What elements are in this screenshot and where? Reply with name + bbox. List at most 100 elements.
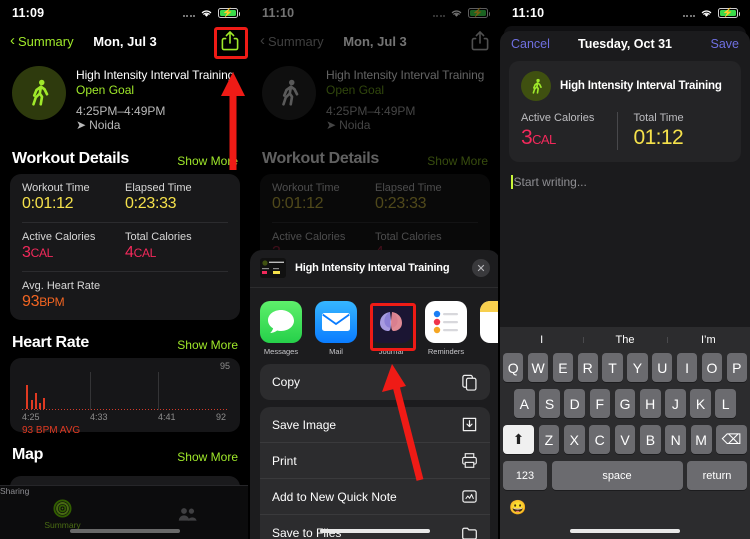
key-o[interactable]: O [701, 353, 723, 382]
return-key[interactable]: return [687, 461, 747, 490]
journal-text-editor[interactable]: Start writing... [511, 175, 750, 189]
share-app-reminders[interactable]: Reminders [425, 301, 467, 356]
hr-tick: 4:41 [157, 412, 176, 422]
action-copy[interactable]: Copy [260, 364, 490, 400]
keyboard-suggestion-bar: I The I’m [500, 327, 750, 353]
key-t[interactable]: T [602, 353, 623, 382]
key-q[interactable]: Q [503, 353, 524, 382]
hr-max-label: 95 [219, 361, 230, 371]
keyboard-row-2: ASDFGHJKL [503, 389, 747, 418]
stat-label: Active Calories [521, 112, 595, 124]
key-p[interactable]: P [726, 353, 747, 382]
key-a[interactable]: A [513, 389, 535, 418]
save-button[interactable]: Save [711, 37, 740, 51]
metric-value: 3CAL [22, 244, 54, 261]
hr-plot-area [22, 372, 228, 410]
key-b[interactable]: B [639, 425, 661, 454]
tab-sharing[interactable]: Sharing [0, 486, 250, 539]
show-more-details-link[interactable]: Show More [177, 154, 238, 168]
workout-name: High Intensity Interval Training [76, 68, 235, 82]
cancel-button[interactable]: Cancel [511, 37, 550, 51]
cellular-dots-icon [682, 9, 695, 17]
key-l[interactable]: L [715, 389, 737, 418]
key-e[interactable]: E [552, 353, 574, 382]
keyboard-row-4: 123 space return [503, 461, 747, 490]
share-app-messages[interactable]: Messages [260, 301, 302, 356]
status-time: 11:09 [12, 6, 45, 20]
key-z[interactable]: Z [538, 425, 560, 454]
workout-goal: Open Goal [76, 83, 135, 97]
home-indicator[interactable] [320, 529, 430, 533]
key-y[interactable]: Y [627, 353, 648, 382]
panel-journal-entry: 11:10 ⚡ Cancel Tuesday, Oct 31 Save High… [500, 0, 750, 539]
metric-active-calories: Active Calories 3CAL [22, 231, 125, 262]
map-header: Map Show More [0, 432, 250, 470]
action-print[interactable]: Print [260, 443, 490, 479]
share-app-notes[interactable] [480, 301, 500, 356]
share-sheet: High Intensity Interval Training ✕ Messa… [250, 250, 500, 539]
share-button[interactable] [220, 30, 240, 52]
suggestion-1[interactable]: I [500, 334, 583, 346]
metric-label: Elapsed Time [125, 182, 192, 194]
home-indicator[interactable] [570, 529, 680, 533]
action-add-quick-note[interactable]: Add to New Quick Note [260, 479, 490, 515]
share-app-journal[interactable]: Journal [370, 301, 412, 356]
battery-charging-icon: ⚡ [218, 8, 240, 18]
key-h[interactable]: H [639, 389, 661, 418]
share-icon [221, 31, 239, 51]
journal-sheet: Cancel Tuesday, Oct 31 Save High Intensi… [500, 31, 750, 539]
space-key[interactable]: space [551, 461, 683, 490]
suggestion-3[interactable]: I’m [666, 334, 750, 346]
stat-value: 3CAL [521, 126, 556, 149]
on-screen-keyboard: I The I’m QWERTYUIOP ASDFGHJKL ⬆ ZXCVBNM… [500, 327, 750, 539]
show-more-heart-rate-link[interactable]: Show More [177, 338, 238, 352]
key-k[interactable]: K [690, 389, 711, 418]
cellular-dots-icon [182, 9, 195, 17]
journal-workout-card[interactable]: High Intensity Interval Training Active … [509, 61, 741, 162]
tab-bar: Summary Sharing [0, 485, 250, 539]
app-label: Reminders [427, 347, 465, 356]
printer-icon [462, 453, 477, 468]
action-save-image[interactable]: Save Image [260, 407, 490, 443]
share-actions: Copy Save Image Print Add to New Quick N… [250, 364, 500, 539]
journal-stat-active-calories: Active Calories 3CAL [521, 112, 617, 150]
close-icon[interactable]: ✕ [472, 259, 490, 277]
key-r[interactable]: R [577, 353, 598, 382]
key-m[interactable]: M [690, 425, 712, 454]
key-u[interactable]: U [652, 353, 673, 382]
key-x[interactable]: X [563, 425, 585, 454]
numbers-key[interactable]: 123 [503, 461, 547, 490]
action-label: Save Image [272, 417, 337, 432]
key-g[interactable]: G [614, 389, 636, 418]
key-d[interactable]: D [564, 389, 585, 418]
workout-type-badge [521, 71, 551, 101]
keyboard-bottom-bar: 😀 [500, 497, 750, 516]
section-title: Heart Rate [12, 334, 90, 351]
status-indicators: ⚡ [682, 8, 740, 18]
journal-nav-bar: Cancel Tuesday, Oct 31 Save [500, 31, 750, 57]
show-more-map-link[interactable]: Show More [177, 450, 238, 464]
journal-stat-total-time: Total Time 01:12 [616, 112, 730, 150]
wifi-icon [701, 10, 712, 17]
backspace-icon[interactable]: ⌫ [716, 425, 747, 454]
key-n[interactable]: N [665, 425, 687, 454]
tab-label: Sharing [0, 486, 250, 539]
key-w[interactable]: W [527, 353, 549, 382]
key-v[interactable]: V [614, 425, 636, 454]
chevron-left-icon: ‹ [10, 32, 15, 49]
key-c[interactable]: C [589, 425, 611, 454]
action-save-to-files[interactable]: Save to Files [260, 515, 490, 539]
panel-divider [498, 0, 500, 539]
key-i[interactable]: I [676, 353, 698, 382]
share-app-mail[interactable]: Mail [315, 301, 357, 356]
back-to-summary-button[interactable]: ‹ Summary [10, 32, 74, 49]
action-label: Print [272, 453, 297, 468]
emoji-icon[interactable]: 😀 [509, 499, 526, 516]
heart-rate-header: Heart Rate Show More [0, 320, 250, 358]
suggestion-2[interactable]: The [583, 334, 666, 346]
key-j[interactable]: J [665, 389, 686, 418]
app-label: Messages [263, 347, 299, 356]
shift-icon[interactable]: ⬆ [503, 425, 534, 454]
key-s[interactable]: S [539, 389, 560, 418]
key-f[interactable]: F [589, 389, 611, 418]
